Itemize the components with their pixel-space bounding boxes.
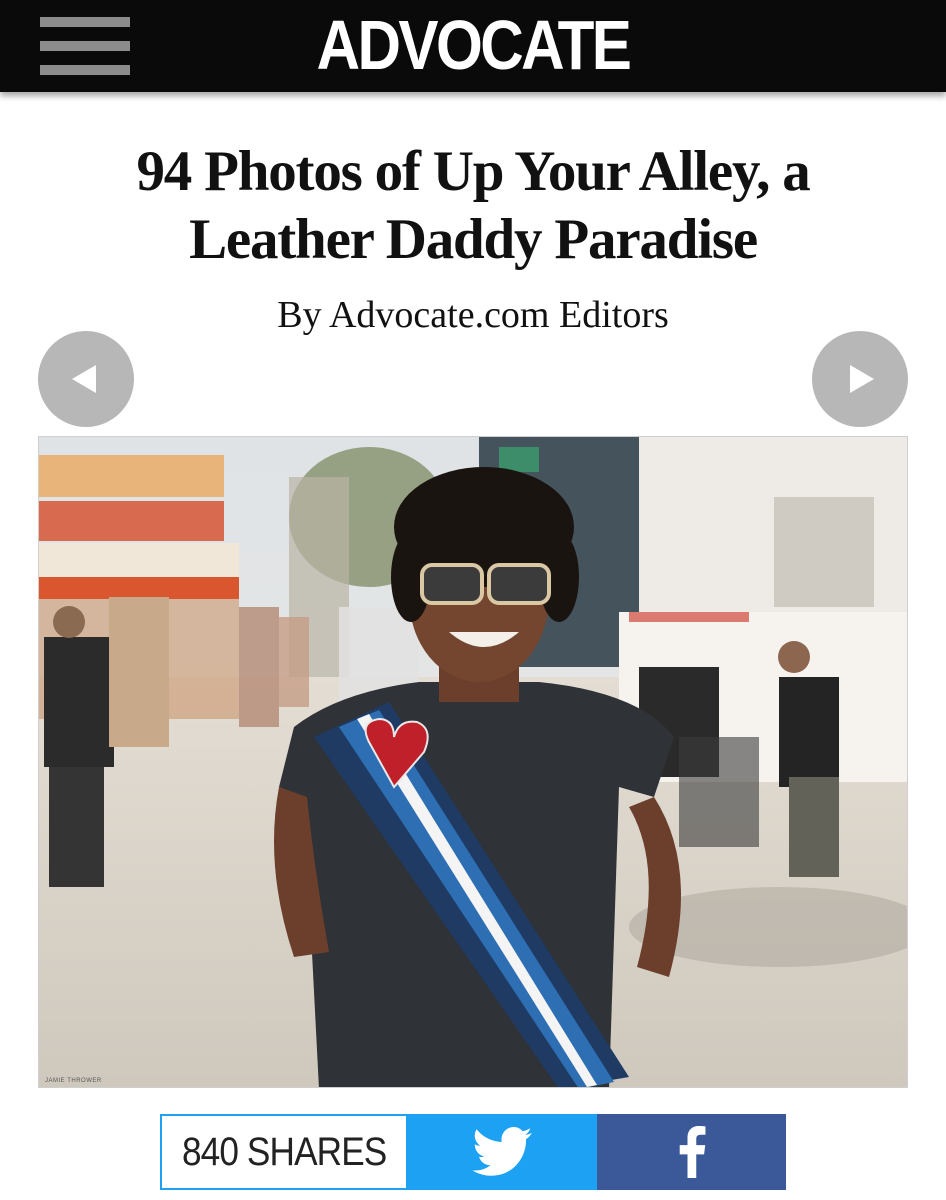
share-count-label: 840 SHARES: [181, 1130, 387, 1174]
article-title: 94 Photos of Up Your Alley, a Leather Da…: [40, 138, 906, 274]
gallery-photo-image: [39, 437, 907, 1087]
top-bar: ADVOCATE: [0, 0, 946, 92]
gallery-photo[interactable]: JAMIE THROWER: [38, 436, 908, 1088]
facebook-share-button[interactable]: [597, 1114, 786, 1190]
site-logo[interactable]: ADVOCATE: [66, 6, 880, 84]
twitter-bird-icon: [471, 1127, 532, 1176]
article-title-line-1: 94 Photos of Up Your Alley, a: [136, 140, 810, 203]
chevron-left-icon: [72, 365, 96, 393]
share-count: 840 SHARES: [160, 1114, 408, 1190]
article-title-line-2: Leather Daddy Paradise: [189, 208, 758, 271]
twitter-share-button[interactable]: [408, 1114, 597, 1190]
article-byline: By Advocate.com Editors: [277, 294, 669, 336]
chevron-right-icon: [850, 365, 874, 393]
photo-credit: JAMIE THROWER: [45, 1078, 102, 1084]
share-bar: 840 SHARES: [160, 1114, 786, 1190]
facebook-f-icon: [679, 1126, 705, 1178]
next-photo-button[interactable]: [812, 331, 908, 427]
previous-photo-button[interactable]: [38, 331, 134, 427]
